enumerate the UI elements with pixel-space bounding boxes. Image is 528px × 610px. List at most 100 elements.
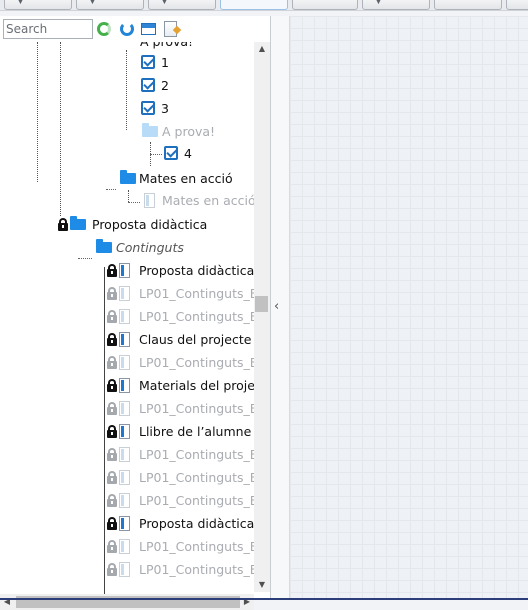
tree-item-label: 3: [161, 101, 169, 116]
arrow-icon: ▼: [375, 0, 382, 6]
toolbar-button-6[interactable]: ▼: [362, 0, 430, 10]
tree-item-label: Claus del projecte: [139, 332, 252, 347]
search-bar: [0, 16, 270, 42]
arrow-icon: ▼: [17, 0, 24, 6]
content-area: [290, 16, 528, 598]
lock-icon: [107, 425, 117, 438]
tree-item-label: 2: [161, 78, 169, 93]
lock-icon: [107, 402, 117, 415]
tree-item-label: LP01_Continguts_B: [139, 447, 254, 462]
tree-doc-item[interactable]: LP01_Continguts_B: [107, 352, 254, 374]
tree-item-label: LP01_Continguts_B: [139, 562, 254, 577]
lock-icon: [107, 563, 117, 576]
refresh-blue-icon[interactable]: [120, 22, 134, 36]
scroll-down-icon[interactable]: ▼: [254, 578, 270, 592]
document-icon: [119, 516, 130, 531]
tree-folder-mates-en-accio[interactable]: Mates en acció: [98, 168, 254, 190]
folder-icon: [70, 216, 86, 230]
tree-doc-item[interactable]: LP01_Continguts_B: [107, 283, 254, 305]
lock-icon: [107, 310, 117, 323]
chevron-left-icon[interactable]: ‹: [274, 299, 279, 314]
checked-checkbox-icon[interactable]: [141, 101, 155, 115]
tree-doc-item[interactable]: LP01_Continguts_B: [107, 398, 254, 420]
tree-item-3[interactable]: 3: [132, 98, 232, 120]
arrow-icon: ▼: [161, 0, 168, 6]
checked-checkbox-icon[interactable]: [141, 55, 155, 69]
tree-item-label: Mates en acció: [162, 193, 254, 208]
search-input[interactable]: [3, 19, 93, 39]
vertical-scroll-thumb[interactable]: [255, 296, 268, 312]
scroll-left-icon[interactable]: ◀: [0, 594, 14, 610]
tree-item-label: A prova!: [162, 124, 216, 139]
tree-doc-item[interactable]: LP01_Continguts_B: [107, 559, 254, 581]
document-icon: [144, 193, 155, 208]
refresh-green-icon[interactable]: [97, 22, 111, 36]
lock-icon: [107, 494, 117, 507]
tree-connector: [60, 42, 61, 216]
lock-icon: [107, 471, 117, 484]
toolbar-button-4[interactable]: [220, 0, 288, 10]
document-icon: [119, 493, 130, 508]
tree-doc-item[interactable]: Proposta didàctica: [107, 513, 254, 535]
tree-doc-item[interactable]: LP01_Continguts_B: [107, 444, 254, 466]
document-icon: [119, 447, 130, 462]
lock-icon: [107, 287, 117, 300]
tree-doc-item[interactable]: Materials del proje: [107, 375, 254, 397]
tree-item-label: LP01_Continguts_B: [139, 493, 254, 508]
checked-checkbox-icon[interactable]: [164, 146, 178, 160]
tree-item-1[interactable]: 1: [132, 52, 232, 74]
toolbar-button-5[interactable]: [292, 0, 358, 10]
tree-doc-mates-en-accio[interactable]: Mates en acció: [136, 190, 254, 212]
tree-doc-item[interactable]: Claus del projecte: [107, 329, 254, 351]
tree-item-label: 4: [184, 146, 192, 161]
edit-document-icon[interactable]: [164, 21, 177, 37]
lock-icon: [107, 517, 117, 530]
window-icon[interactable]: [141, 23, 156, 35]
toolbar-button-7[interactable]: [434, 0, 502, 10]
tree-connector: [104, 267, 105, 594]
tree-item-label: Mates en acció: [139, 171, 233, 186]
document-icon: [119, 562, 130, 577]
tree-item-2[interactable]: 2: [132, 75, 232, 97]
checked-checkbox-icon[interactable]: [141, 78, 155, 92]
lock-icon: [107, 333, 117, 346]
vertical-scrollbar[interactable]: ▲ ▼: [254, 42, 270, 592]
tree-view[interactable]: A prova! 1 2 3 A prova! 4: [0, 42, 254, 594]
tree-folder-a-prova[interactable]: A prova!: [126, 121, 254, 143]
tree-doc-item[interactable]: LP01_Continguts_B: [107, 536, 254, 558]
tree-item-label: LP01_Continguts_B: [139, 355, 254, 370]
tree-folder-proposta-didactica[interactable]: Proposta didàctica: [58, 214, 254, 236]
toolbar-button-3[interactable]: ▼: [148, 0, 216, 10]
folder-icon: [96, 239, 112, 253]
document-icon: [119, 470, 130, 485]
lock-icon: [107, 379, 117, 392]
scroll-up-icon[interactable]: ▲: [254, 42, 270, 56]
toolbar-button-1[interactable]: ▼: [4, 0, 72, 10]
tree-doc-item[interactable]: LP01_Continguts_B: [107, 306, 254, 328]
tree-item-label: 1: [161, 55, 169, 70]
tree-folder-continguts[interactable]: Continguts: [78, 237, 254, 259]
tree-doc-item[interactable]: LP01_Continguts_B: [107, 490, 254, 512]
document-icon: [119, 401, 130, 416]
lock-icon: [58, 218, 68, 231]
top-toolbar: ▼ ▼ ▼ ▼: [0, 0, 528, 11]
tree-item-label: LP01_Continguts_B: [139, 401, 254, 416]
folder-icon: [142, 123, 158, 137]
document-icon: [119, 539, 130, 554]
toolbar-button-2[interactable]: ▼: [76, 0, 144, 10]
toolbar-button-8[interactable]: [506, 0, 528, 10]
tree-item-label: LP01_Continguts_B: [139, 286, 254, 301]
tree-doc-item[interactable]: Proposta didàctica: [107, 260, 254, 282]
panel-collapse-handle[interactable]: ‹: [271, 16, 290, 598]
tree-doc-item[interactable]: LP01_Continguts_B: [107, 467, 254, 489]
tree-item-4[interactable]: 4: [156, 143, 236, 165]
tree-doc-item[interactable]: Llibre de l’alumne: [107, 421, 254, 443]
tree-item-label: Continguts: [116, 240, 184, 255]
tree-item-label: Proposta didàctica: [139, 516, 254, 531]
lock-icon: [107, 356, 117, 369]
scroll-right-icon[interactable]: ▶: [240, 594, 254, 610]
document-icon: [119, 424, 130, 439]
tree-item-label: A prova!: [140, 42, 193, 50]
horizontal-scrollbar[interactable]: ◀ ▶: [0, 594, 254, 610]
tree-item-label: Materials del proje: [139, 378, 254, 393]
